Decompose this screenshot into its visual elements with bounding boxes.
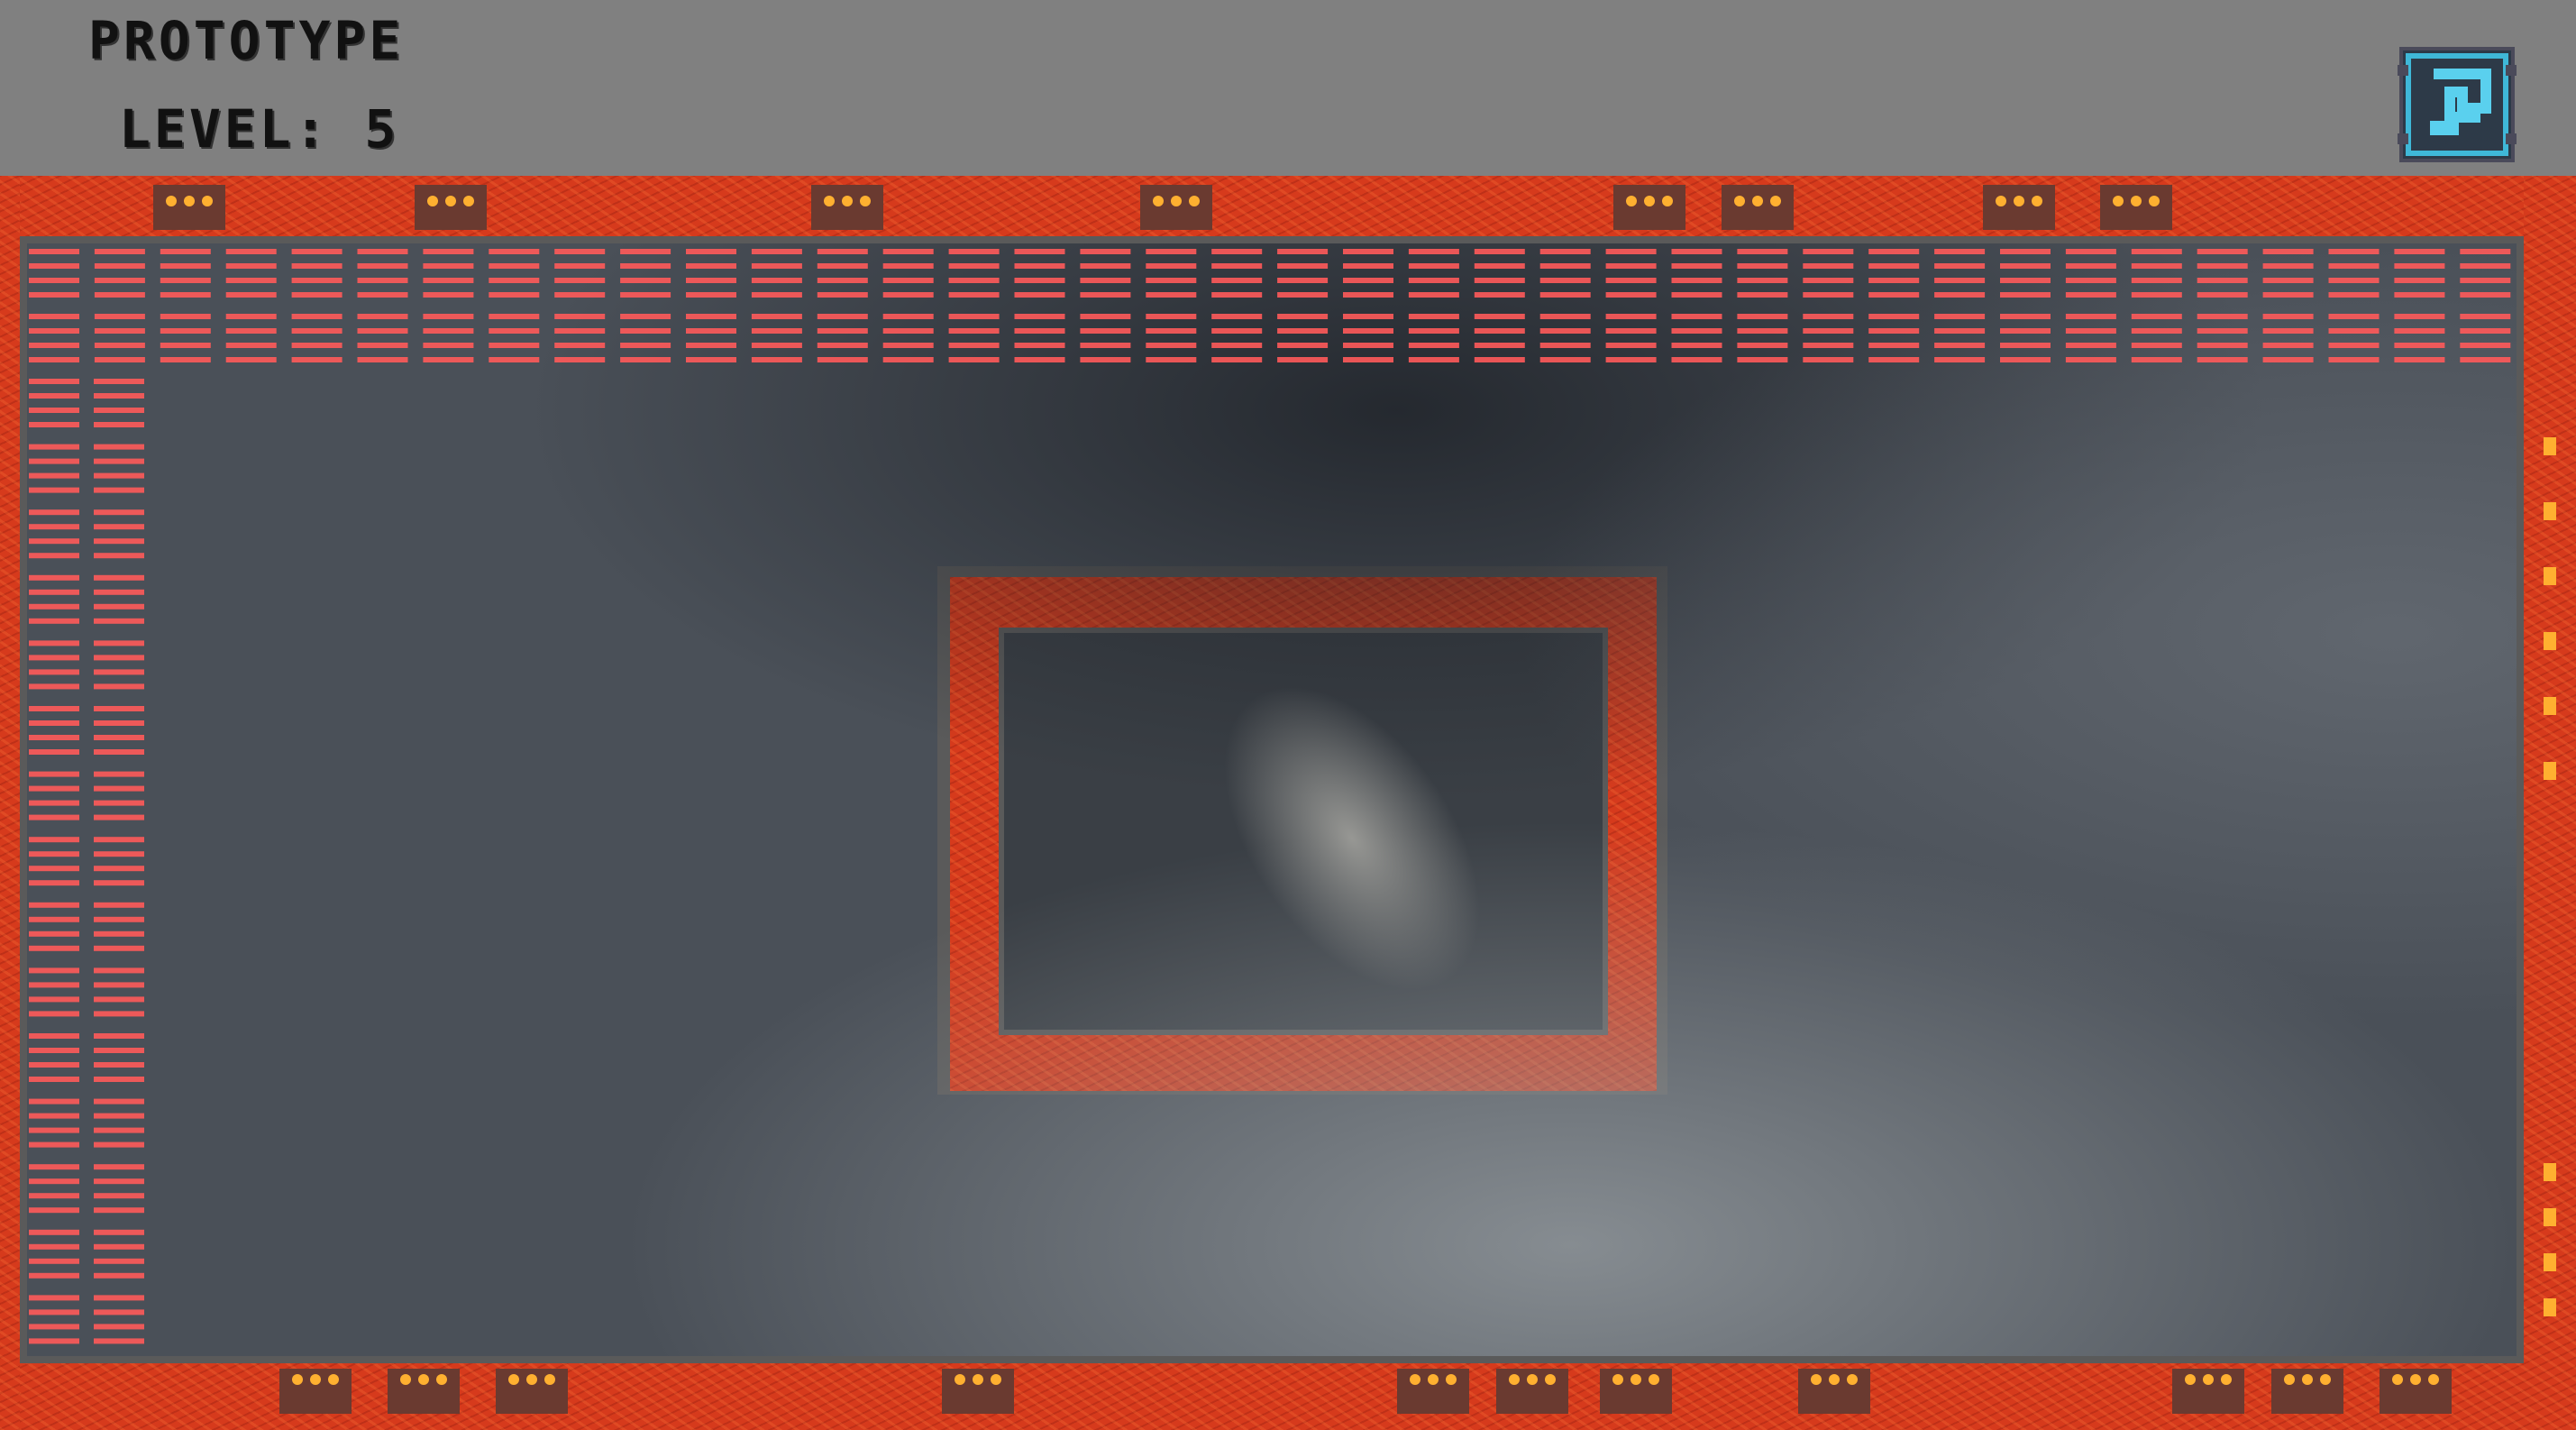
turret [2172, 1369, 2244, 1414]
wall-light [2544, 1298, 2556, 1316]
wall-light [2544, 567, 2556, 585]
wall-light [2544, 502, 2556, 520]
wall-light [2544, 437, 2556, 455]
wall-light [2544, 1208, 2556, 1226]
turret [1798, 1369, 1870, 1414]
wall-lights-right [2544, 437, 2556, 1316]
turret [2271, 1369, 2343, 1414]
turret [1397, 1369, 1469, 1414]
wall-light [2544, 762, 2556, 780]
turret [496, 1369, 568, 1414]
wall-light [2544, 632, 2556, 650]
wall-light [2544, 1253, 2556, 1271]
turret [1722, 185, 1794, 230]
turret [415, 185, 487, 230]
turret [1496, 1369, 1568, 1414]
arena-lighting [27, 243, 2517, 1356]
turret [811, 185, 883, 230]
turret [2380, 1369, 2452, 1414]
wall-light [2544, 697, 2556, 715]
turret [1613, 185, 1685, 230]
turret [279, 1369, 352, 1414]
game-scene [27, 185, 2556, 1414]
turret [153, 185, 225, 230]
turret [2100, 185, 2172, 230]
turret [942, 1369, 1014, 1414]
wall-light [2544, 1163, 2556, 1181]
turret [1140, 185, 1212, 230]
turret [1600, 1369, 1672, 1414]
turret [388, 1369, 460, 1414]
turret [1983, 185, 2055, 230]
